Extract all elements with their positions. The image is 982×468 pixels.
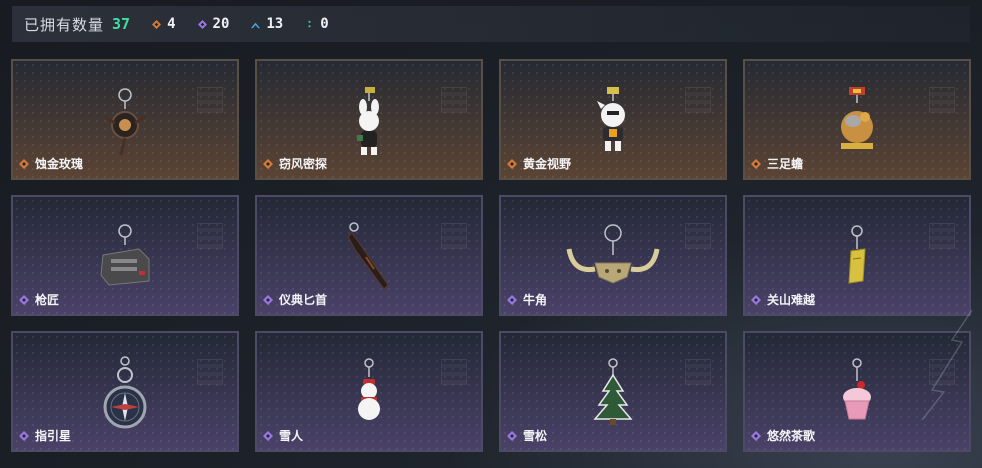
bar-charm-icon [848,225,866,284]
charm-grid: 蚀金玫瑰 窃风密探 黄金视野 三足蟾 枪匠 仪典匕首 牛角 关山难越 指引星 雪… [11,59,971,452]
charm-name-row: 牛角 [507,291,547,308]
purple-rarity-icon [263,430,273,441]
charm-card[interactable]: 关山难越 [743,195,971,316]
dagger-charm-icon [347,222,389,290]
orange-rarity-icon [263,158,273,169]
charm-card[interactable]: 指引星 [11,331,239,452]
charm-name: 枪匠 [35,293,60,307]
card-decoration [441,223,467,249]
charm-name-row: 仪典匕首 [263,291,327,308]
owned-count-label: 已拥有数量 [24,16,105,34]
charm-card[interactable]: 蚀金玫瑰 [11,59,239,180]
charm-name: 窃风密探 [279,157,328,171]
inventory-header: 已拥有数量 37 4 20 13 0 [12,6,970,42]
orange-rarity-icon [152,19,162,29]
stat-blue-value: 13 [266,16,284,32]
toad-charm-icon [841,87,873,149]
charm-name: 黄金视野 [523,157,572,171]
charm-card[interactable]: 雪人 [255,331,483,452]
charm-name: 蚀金玫瑰 [35,157,84,171]
charm-name-row: 黄金视野 [507,155,571,172]
charm-name-row: 雪人 [263,427,303,444]
charm-name: 仪典匕首 [279,293,328,307]
charm-card[interactable]: 黄金视野 [499,59,727,180]
bunny-charm-icon [357,87,379,155]
charm-card[interactable]: 枪匠 [11,195,239,316]
charm-name-row: 关山难越 [751,291,815,308]
charm-name: 指引星 [35,429,72,443]
card-decoration [197,359,223,385]
card-decoration [929,223,955,249]
stat-green-value: 0 [320,16,329,32]
purple-rarity-icon [19,294,29,305]
purple-rarity-icon [751,430,761,441]
purple-rarity-icon [263,294,273,305]
card-decoration [197,223,223,249]
charm-name-row: 雪松 [507,427,547,444]
purple-rarity-icon [751,294,761,305]
card-decoration [685,223,711,249]
compass-charm-icon [103,356,147,429]
charm-card[interactable]: 仪典匕首 [255,195,483,316]
card-decoration [929,87,955,113]
charm-name-row: 指引星 [19,427,71,444]
orange-rarity-icon [751,158,761,169]
charm-name: 雪松 [523,429,548,443]
charm-name-row: 悠然茶歌 [751,427,815,444]
horns-charm-icon [566,224,660,284]
charm-card[interactable]: 牛角 [499,195,727,316]
charm-name: 关山难越 [767,293,816,307]
charm-name: 悠然茶歌 [767,429,816,443]
charm-card[interactable]: 三足蟾 [743,59,971,180]
charm-name-row: 枪匠 [19,291,59,308]
charm-card[interactable]: 雪松 [499,331,727,452]
stat-orange-value: 4 [167,16,176,32]
purple-rarity-icon [19,430,29,441]
green-rarity-icon [308,20,311,27]
blue-rarity-icon [251,22,261,28]
stat-green: 0 [305,16,329,32]
rose-charm-icon [104,88,146,156]
purple-rarity-icon [507,430,517,441]
stat-orange: 4 [152,16,176,32]
charm-name: 三足蟾 [767,157,804,171]
stat-purple-value: 20 [212,16,230,32]
orange-rarity-icon [507,158,517,169]
card-decoration [685,359,711,385]
chibi-charm-icon [597,87,625,151]
charm-name: 雪人 [279,429,304,443]
charm-name-row: 三足蟾 [751,155,803,172]
card-decoration [197,87,223,113]
stat-blue: 13 [251,16,283,32]
charm-name: 牛角 [523,293,548,307]
orange-rarity-icon [19,158,29,169]
purple-rarity-icon [197,19,207,29]
charm-card[interactable]: 悠然茶歌 [743,331,971,452]
purple-rarity-icon [507,294,517,305]
card-decoration [441,87,467,113]
card-decoration [929,359,955,385]
charm-name-row: 窃风密探 [263,155,327,172]
snowman-charm-icon [358,358,380,420]
card-decoration [685,87,711,113]
toolbox-charm-icon [100,224,150,286]
charm-card[interactable]: 窃风密探 [255,59,483,180]
cupcake-charm-icon [843,358,871,420]
tree-charm-icon [593,358,633,425]
owned-count-value: 37 [112,15,131,33]
stat-purple: 20 [197,16,230,32]
charm-name-row: 蚀金玫瑰 [19,155,83,172]
card-decoration [441,359,467,385]
